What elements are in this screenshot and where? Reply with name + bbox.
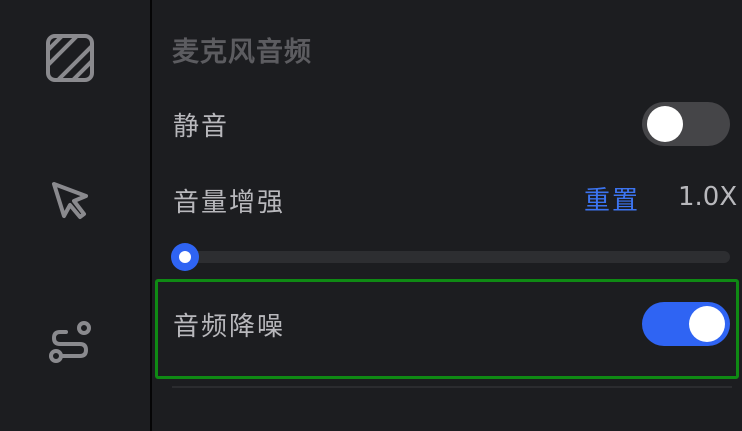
cursor-arrow-icon[interactable] xyxy=(40,170,100,230)
left-rail xyxy=(0,0,150,431)
volume-value: 1.0X xyxy=(678,182,738,212)
mute-toggle[interactable] xyxy=(642,102,730,146)
section-title: 麦克风音频 xyxy=(172,37,312,68)
volume-slider-thumb[interactable] xyxy=(171,243,199,271)
toggle-knob xyxy=(647,106,683,142)
reset-button[interactable]: 重置 xyxy=(584,180,640,217)
volume-slider-track[interactable] xyxy=(172,251,730,263)
noise-reduction-toggle[interactable] xyxy=(642,302,730,346)
path-curve-icon[interactable] xyxy=(40,312,100,372)
noise-reduction-label: 音频降噪 xyxy=(173,312,286,342)
section-divider xyxy=(172,386,732,388)
hatch-pattern-icon[interactable] xyxy=(40,28,100,88)
volume-boost-label: 音量增强 xyxy=(173,188,286,218)
microphone-audio-panel: 麦克风音频 静音 音量增强 重置 1.0X 音频降噪 xyxy=(152,0,742,431)
toggle-knob xyxy=(689,306,725,342)
mute-label: 静音 xyxy=(173,112,230,142)
